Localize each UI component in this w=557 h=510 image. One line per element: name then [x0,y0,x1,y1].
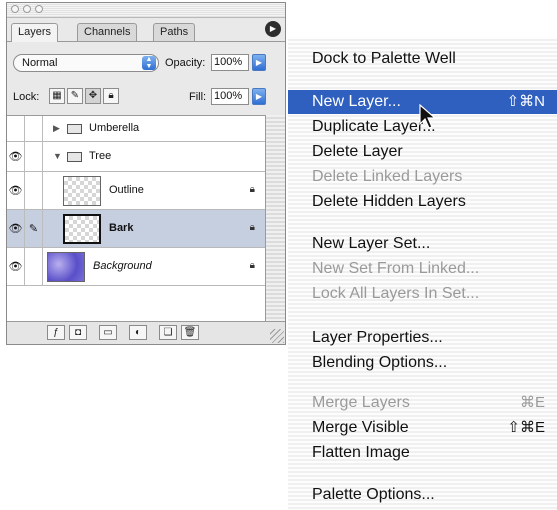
layer-row-background[interactable]: 👁︎ Background 🔒︎ [7,248,265,286]
menu-item-shortcut: ⇧⌘N [506,93,545,110]
menu-item-label: Lock All Layers In Set... [312,285,480,302]
menu-item-label: Merge Layers [312,394,410,411]
adjustment-layer-icon[interactable]: ◐ [129,325,147,340]
menu-item-label: New Set From Linked... [312,260,480,277]
layers-list: ▶ Umberella 👁︎ ▼ Tree 👁︎ Outline 🔒︎ 👁︎ ✎… [7,115,265,324]
link-cell[interactable] [25,116,43,141]
menu-item-blending-options[interactable]: Blending Options... [288,351,557,375]
lock-icon: 🔒︎ [249,222,255,233]
folder-icon [67,124,82,134]
menu-item-label: New Layer... [312,93,401,110]
brush-icon[interactable]: ✎ [25,210,43,247]
menu-item-label: Delete Linked Layers [312,168,463,185]
palette-bottom-bar: ƒ ◘ ▭ ◐ ❏ 🗑︎ [7,321,285,344]
resize-grip-icon[interactable] [270,329,284,343]
lock-label: Lock: [13,91,40,103]
layer-thumbnail [63,214,101,244]
minimize-window-icon[interactable] [23,5,31,13]
mouse-pointer-icon [419,104,437,129]
opacity-slider-arrow-icon[interactable]: ▶ [252,54,266,71]
layers-scrollbar[interactable] [265,115,285,323]
palette-menu-arrow-icon[interactable]: ▶ [265,21,281,37]
menu-item-new-set-from-linked: New Set From Linked... [288,257,557,281]
menu-item-shortcut: ⌘E [519,394,545,411]
add-mask-icon[interactable]: ◘ [69,325,87,340]
layer-row-outline[interactable]: 👁︎ Outline 🔒︎ [7,172,265,210]
eye-icon[interactable]: 👁︎ [7,172,25,209]
menu-item-delete-linked-layers: Delete Linked Layers [288,165,557,189]
opacity-field[interactable]: 100% [211,54,249,71]
fill-field[interactable]: 100% [211,88,249,105]
menu-item-delete-layer[interactable]: Delete Layer [288,140,557,164]
lock-position-icon[interactable]: ✥ [85,88,101,104]
eye-icon[interactable]: 👁︎ [7,142,25,171]
expand-triangle-icon[interactable]: ▶ [53,123,60,134]
menu-item-label: New Layer Set... [312,235,431,252]
lock-icon: 🔒︎ [249,184,255,195]
blend-mode-value: Normal [22,57,58,69]
new-set-icon[interactable]: ▭ [99,325,117,340]
menu-item-palette-options[interactable]: Palette Options... [288,483,557,507]
menu-item-label: Delete Layer [312,143,403,160]
lock-transparency-icon[interactable]: ▦ [49,88,65,104]
eye-icon[interactable]: 👁︎ [7,248,25,285]
blend-row: Normal ▲ ▼ Opacity: 100% ▶ [7,51,285,75]
menu-item-label: Layer Properties... [312,329,443,346]
menu-item-merge-layers: Merge Layers ⌘E [288,391,557,415]
menu-item-shortcut: ⇧⌘E [507,419,545,436]
menu-item-merge-visible[interactable]: Merge Visible ⇧⌘E [288,416,557,440]
fill-slider-arrow-icon[interactable]: ▶ [252,88,266,105]
lock-all-icon[interactable]: 🔒︎ [103,88,119,104]
fill-label: Fill: [189,91,207,103]
menu-item-layer-properties[interactable]: Layer Properties... [288,326,557,350]
menu-item-label: Delete Hidden Layers [312,193,466,210]
lock-icon: 🔒︎ [249,260,255,271]
layer-row-bark[interactable]: 👁︎ ✎ Bark 🔒︎ [7,210,265,248]
menu-item-dock-to-palette-well[interactable]: Dock to Palette Well [288,47,557,71]
link-cell[interactable] [25,248,43,285]
lock-row: Lock: ▦ ✎ ✥ 🔒︎ Fill: 100% ▶ [7,85,285,109]
blend-mode-select[interactable]: Normal ▲ ▼ [13,54,159,72]
menu-item-label: Palette Options... [312,486,435,503]
layer-row-tree[interactable]: 👁︎ ▼ Tree [7,142,265,172]
layer-name: Umberella [89,122,140,134]
menu-item-label: Dock to Palette Well [312,50,456,67]
link-cell[interactable] [25,142,43,171]
select-arrows-icon: ▲ ▼ [142,56,156,70]
zoom-window-icon[interactable] [35,5,43,13]
tab-paths[interactable]: Paths [153,23,196,41]
eye-icon[interactable]: 👁︎ [7,210,25,247]
lock-brush-icon[interactable]: ✎ [67,88,83,104]
tab-channels[interactable]: Channels [77,23,138,41]
layers-palette: Layers Channels Paths ▶ Normal ▲ ▼ Opacit… [6,2,286,345]
menu-item-label: Blending Options... [312,354,448,371]
layer-name: Outline [109,184,144,196]
menu-item-flatten-image[interactable]: Flatten Image [288,441,557,465]
layer-name: Tree [89,150,112,162]
layer-thumbnail [47,252,85,282]
menu-item-delete-hidden-layers[interactable]: Delete Hidden Layers [288,190,557,214]
layer-row-umberella[interactable]: ▶ Umberella [7,116,265,142]
visibility-empty-cell[interactable] [7,116,25,141]
link-cell[interactable] [25,172,43,209]
tab-layers[interactable]: Layers [11,23,59,42]
new-layer-icon[interactable]: ❏ [159,325,177,340]
opacity-label: Opacity: [165,57,206,69]
layer-name: Background [93,260,152,272]
collapse-triangle-icon[interactable]: ▼ [53,151,62,161]
close-window-icon[interactable] [11,5,19,13]
menu-item-label: Merge Visible [312,419,409,436]
menu-item-label: Flatten Image [312,444,410,461]
folder-icon [67,152,82,162]
menu-item-label: Duplicate Layer... [312,118,436,135]
trash-icon[interactable]: 🗑︎ [181,325,199,340]
menu-item-new-layer-set[interactable]: New Layer Set... [288,232,557,256]
palette-tabs: Layers Channels Paths [7,19,285,42]
layer-name: Bark [109,222,134,234]
add-layer-style-icon[interactable]: ƒ [47,325,65,340]
menu-item-lock-all-layers-in-set: Lock All Layers In Set... [288,282,557,306]
palette-titlebar [7,3,285,18]
layer-thumbnail [63,176,101,206]
